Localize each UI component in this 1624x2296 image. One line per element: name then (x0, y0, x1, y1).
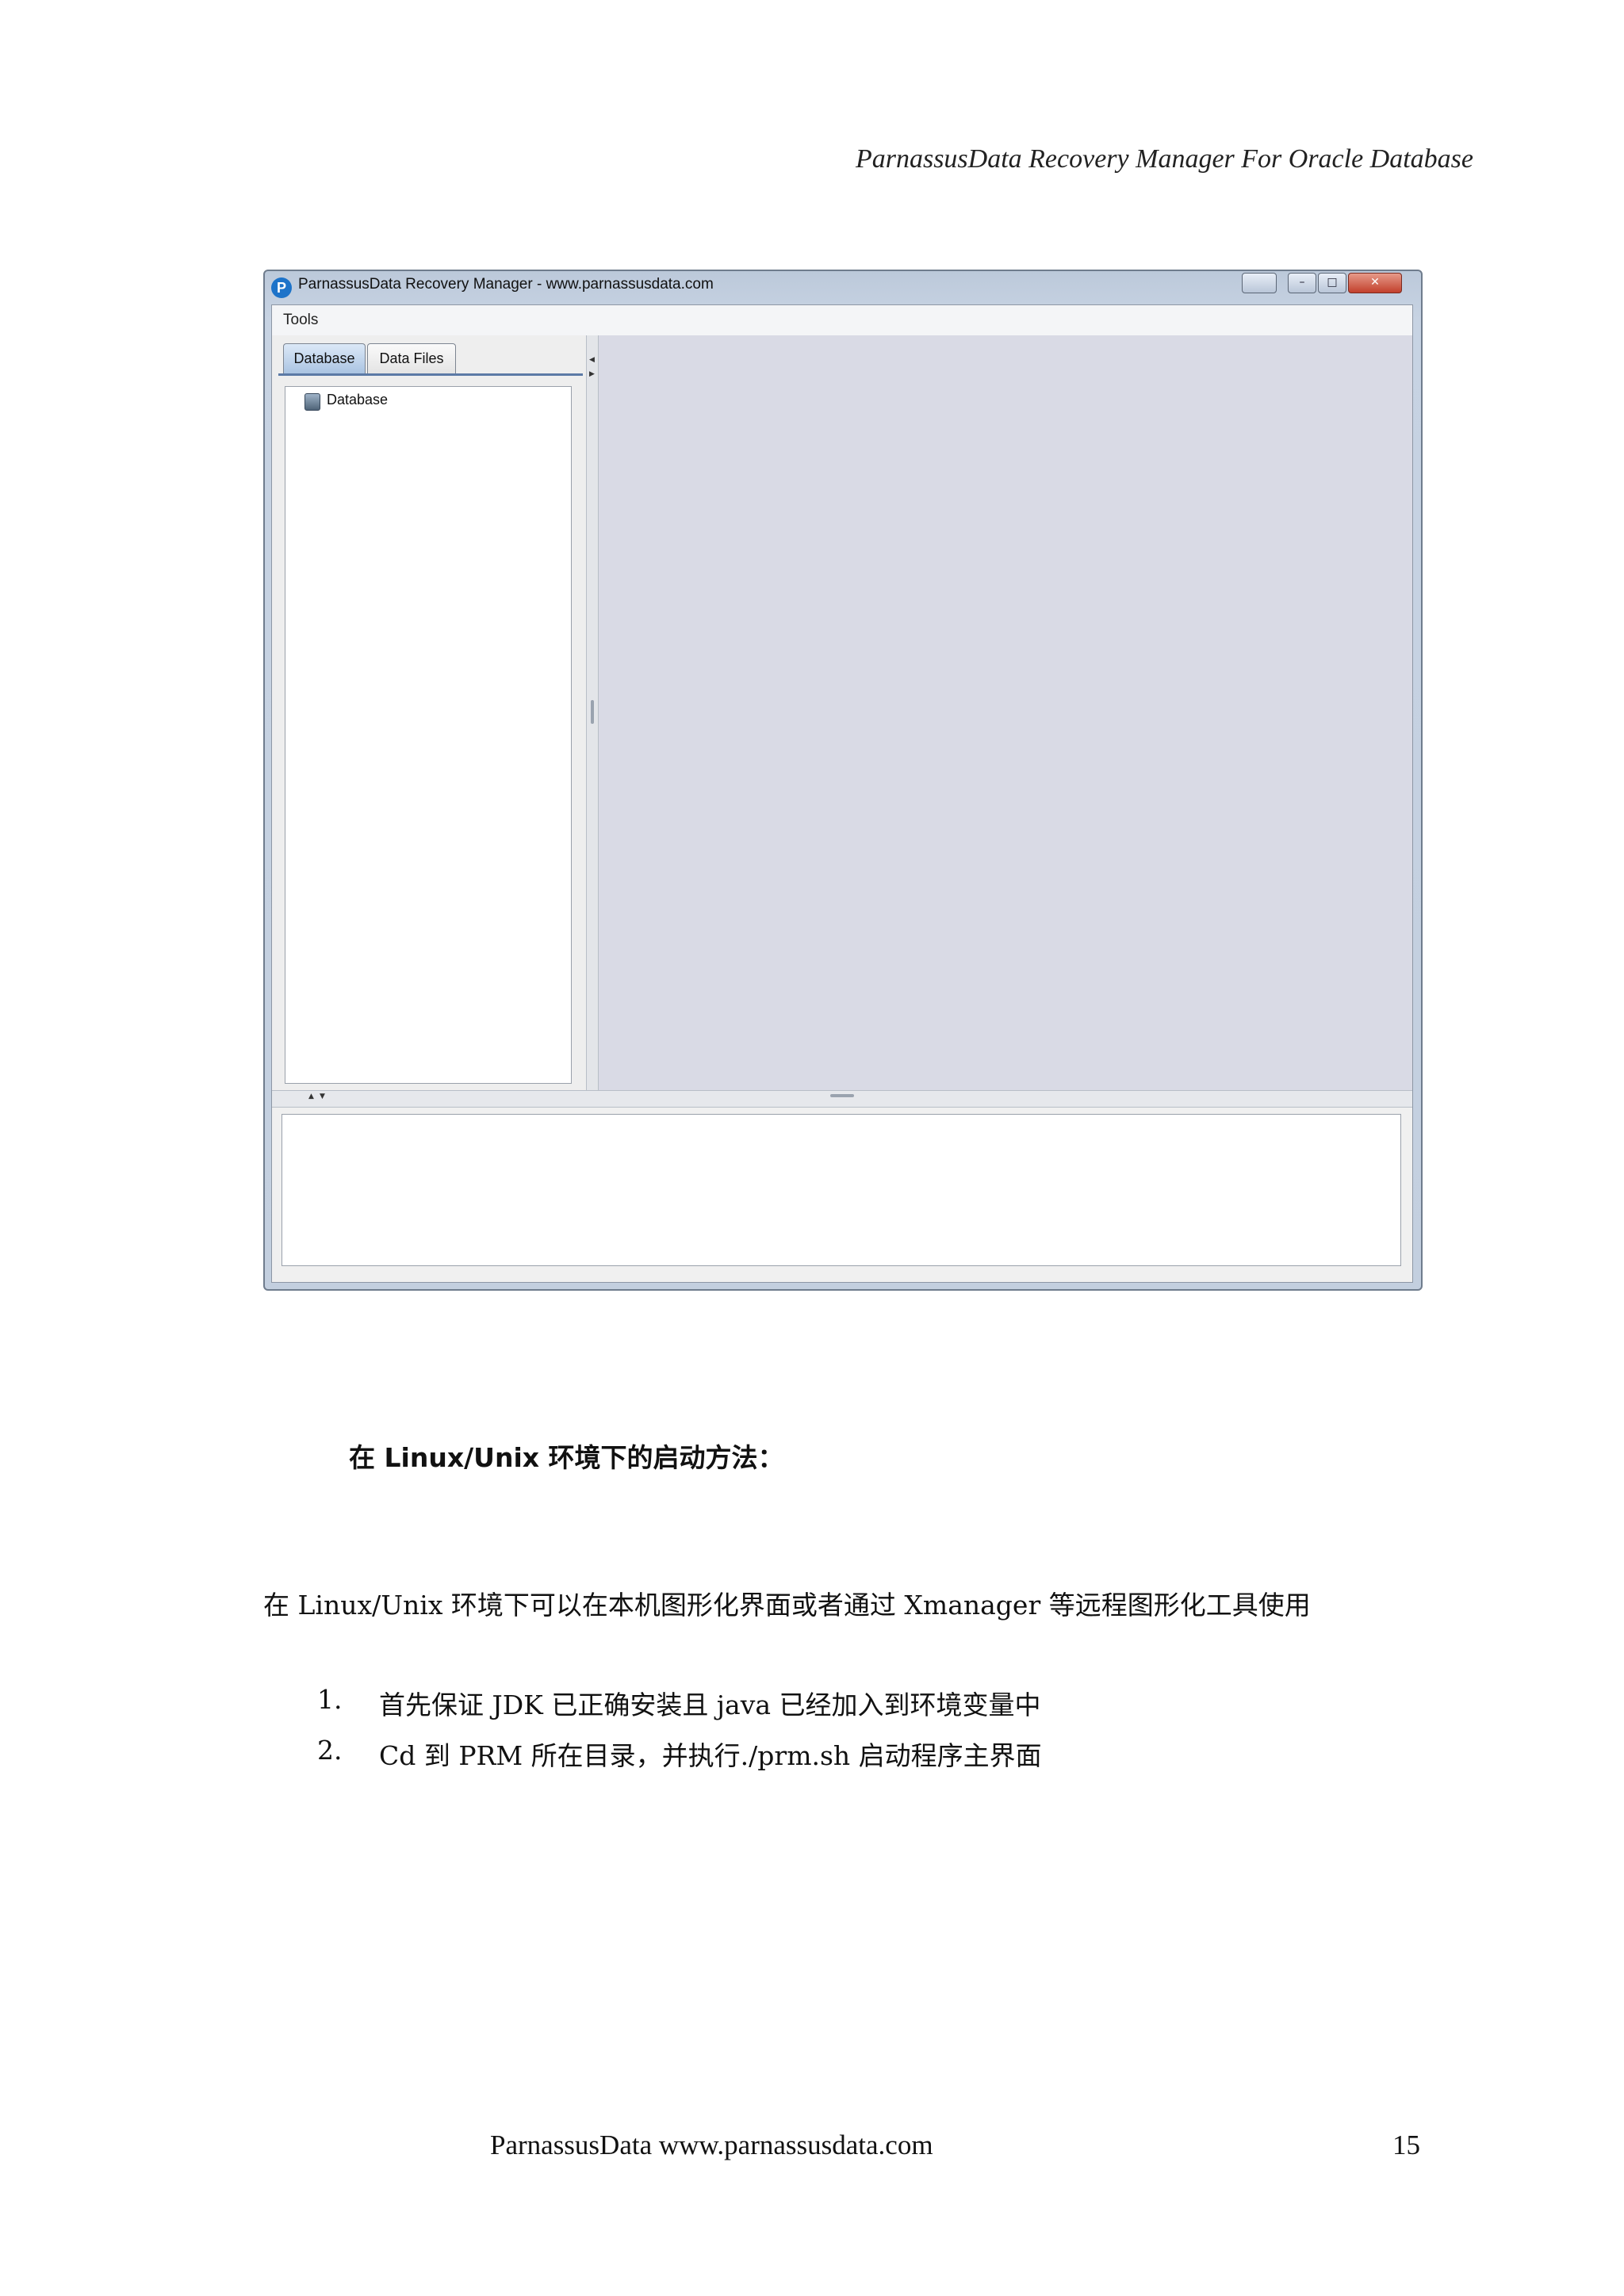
body-paragraph: 在 Linux/Unix 环境下可以在本机图形化界面或者通过 Xmanager … (263, 1590, 1311, 1621)
database-tree[interactable]: Database (285, 386, 572, 1084)
list-item: 1. 首先保证 JDK 已正确安装且 java 已经加入到环境变量中 (317, 1684, 1042, 1735)
divider-grip-icon[interactable] (591, 700, 594, 724)
close-button[interactable]: ✕ (1348, 273, 1402, 293)
window-client-area: Tools Database Data Files Database ◀ ▶ ▲… (271, 304, 1413, 1283)
running-header: ParnassusData Recovery Manager For Oracl… (855, 144, 1473, 174)
log-output-pane[interactable] (282, 1114, 1401, 1266)
page-number: 15 (1392, 2130, 1420, 2160)
list-text: 首先保证 JDK 已正确安装且 java 已经加入到环境变量中 (379, 1689, 1041, 1720)
expand-right-icon[interactable]: ▶ (589, 370, 595, 378)
collapse-left-icon[interactable]: ◀ (589, 356, 595, 364)
menu-item-tools[interactable]: Tools (283, 312, 318, 329)
collapse-up-icon[interactable]: ▲ (308, 1093, 314, 1100)
vertical-split-divider[interactable]: ◀ ▶ (586, 335, 599, 1090)
app-window-screenshot: P ParnassusData Recovery Manager - www.p… (263, 270, 1423, 1291)
extra-window-button[interactable] (1242, 273, 1277, 293)
steps-list: 1. 首先保证 JDK 已正确安装且 java 已经加入到环境变量中 2. Cd… (317, 1684, 1042, 1785)
left-pane: Database Data Files Database (272, 335, 586, 1090)
app-logo-icon: P (271, 277, 292, 298)
window-title: ParnassusData Recovery Manager - www.par… (298, 276, 714, 293)
expand-down-icon[interactable]: ▼ (320, 1093, 325, 1100)
section-heading: 在 Linux/Unix 环境下的启动方法： (349, 1442, 784, 1473)
tree-item-database[interactable]: Database (327, 392, 388, 408)
list-number: 2. (317, 1735, 343, 1766)
tab-data-files[interactable]: Data Files (367, 343, 456, 373)
window-titlebar[interactable]: P ParnassusData Recovery Manager - www.p… (265, 271, 1421, 303)
list-item: 2. Cd 到 PRM 所在目录，并执行./prm.sh 启动程序主界面 (317, 1735, 1042, 1785)
tab-database[interactable]: Database (283, 343, 366, 373)
menu-bar: Tools (272, 305, 1412, 336)
maximize-button[interactable]: □ (1318, 273, 1346, 293)
tab-underline (278, 373, 583, 376)
horizontal-split-divider[interactable]: ▲ ▼ (272, 1090, 1412, 1108)
list-number: 1. (317, 1684, 343, 1715)
database-icon (304, 393, 320, 411)
content-pane (599, 335, 1412, 1090)
footer-text: ParnassusData www.parnassusdata.com (490, 2130, 933, 2160)
minimize-button[interactable]: – (1288, 273, 1316, 293)
divider-grip-icon[interactable] (830, 1094, 854, 1097)
list-text: Cd 到 PRM 所在目录，并执行./prm.sh 启动程序主界面 (379, 1740, 1042, 1771)
